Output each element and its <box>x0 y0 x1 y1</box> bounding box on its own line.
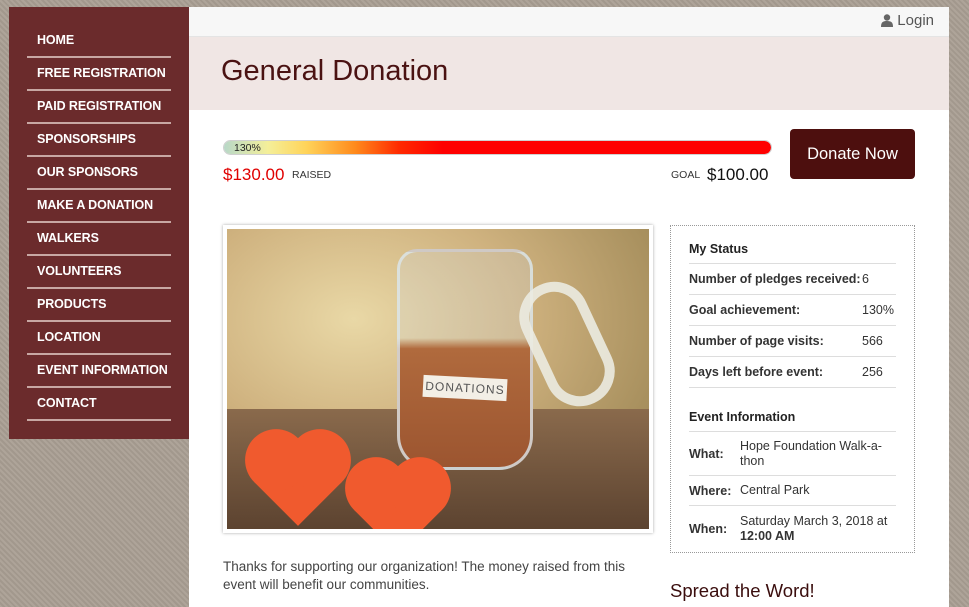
nav-item-products[interactable]: PRODUCTS <box>27 289 171 322</box>
event-what-value: Hope Foundation Walk-a-thon <box>740 438 882 468</box>
progress-bar: 130% <box>223 140 772 155</box>
status-value: 256 <box>862 365 883 379</box>
event-where-value: Central Park <box>740 483 810 497</box>
spread-the-word-heading: Spread the Word! <box>670 580 815 601</box>
user-icon <box>881 14 894 27</box>
nav-item-our-sponsors[interactable]: OUR SPONSORS <box>27 157 171 190</box>
page-header: General Donation <box>189 37 949 110</box>
status-label: Goal achievement: <box>689 303 801 317</box>
progress-percent-label: 130% <box>234 142 261 154</box>
nav-item-sponsorships[interactable]: SPONSORSHIPS <box>27 124 171 157</box>
status-value: 566 <box>862 334 883 348</box>
event-when-time: 12:00 AM <box>740 528 795 543</box>
raised-amount: $130.00 <box>223 165 285 184</box>
nav-item-free-registration[interactable]: FREE REGISTRATION <box>27 58 171 91</box>
nav-item-event-information[interactable]: EVENT INFORMATION <box>27 355 171 388</box>
event-what-row: What: Hope Foundation Walk-a-thon <box>689 431 896 476</box>
nav-item-walkers[interactable]: WALKERS <box>27 223 171 256</box>
progress-fill <box>224 141 771 154</box>
status-label: Days left before event: <box>689 365 824 379</box>
goal-label: GOAL <box>671 169 701 181</box>
nav-item-home[interactable]: HOME <box>27 25 171 58</box>
status-box: My Status Number of pledges received: 6 … <box>670 225 915 553</box>
top-bar: Login <box>189 7 949 37</box>
status-value: 130% <box>862 303 894 317</box>
page-title: General Donation <box>221 55 449 87</box>
goal-amount: $100.00 <box>707 165 769 184</box>
event-what-label: What: <box>689 446 724 461</box>
photo-jar <box>397 249 533 470</box>
nav-item-contact[interactable]: CONTACT <box>27 388 171 421</box>
main-content: Login General Donation 130% $130.00 RAIS… <box>189 7 949 607</box>
status-row: Number of pledges received: 6 <box>689 263 896 295</box>
donation-photo: DONATIONS <box>223 225 653 533</box>
status-row: Days left before event: 256 <box>689 357 896 388</box>
event-when-label: When: <box>689 521 728 536</box>
login-label: Login <box>897 12 934 29</box>
sidebar-nav: HOME FREE REGISTRATION PAID REGISTRATION… <box>9 7 189 439</box>
nav-item-paid-registration[interactable]: PAID REGISTRATION <box>27 91 171 124</box>
donation-jar-image: DONATIONS <box>227 229 649 529</box>
status-row: Number of page visits: 566 <box>689 326 896 357</box>
donate-now-button[interactable]: Donate Now <box>790 129 915 179</box>
login-link[interactable]: Login <box>881 12 934 29</box>
event-when-row: When: Saturday March 3, 2018 at 12:00 AM <box>689 506 896 551</box>
nav-item-make-a-donation[interactable]: MAKE A DONATION <box>27 190 171 223</box>
heart-shape <box>354 466 442 529</box>
event-where-label: Where: <box>689 483 732 498</box>
raised-label: RAISED <box>292 169 332 181</box>
nav-item-location[interactable]: LOCATION <box>27 322 171 355</box>
event-when-value: Saturday March 3, 2018 at 12:00 AM <box>740 514 887 544</box>
event-information-heading: Event Information <box>689 410 796 424</box>
status-label: Number of page visits: <box>689 334 824 348</box>
status-label: Number of pledges received: <box>689 272 861 286</box>
jar-label: DONATIONS <box>422 374 508 402</box>
body-text: Thanks for supporting our organization! … <box>223 559 625 592</box>
my-status-heading: My Status <box>689 242 749 256</box>
event-where-row: Where: Central Park <box>689 476 896 506</box>
status-row: Goal achievement: 130% <box>689 295 896 326</box>
nav-item-volunteers[interactable]: VOLUNTEERS <box>27 256 171 289</box>
event-when-date: Saturday March 3, 2018 at <box>740 513 888 528</box>
status-value: 6 <box>862 272 869 286</box>
